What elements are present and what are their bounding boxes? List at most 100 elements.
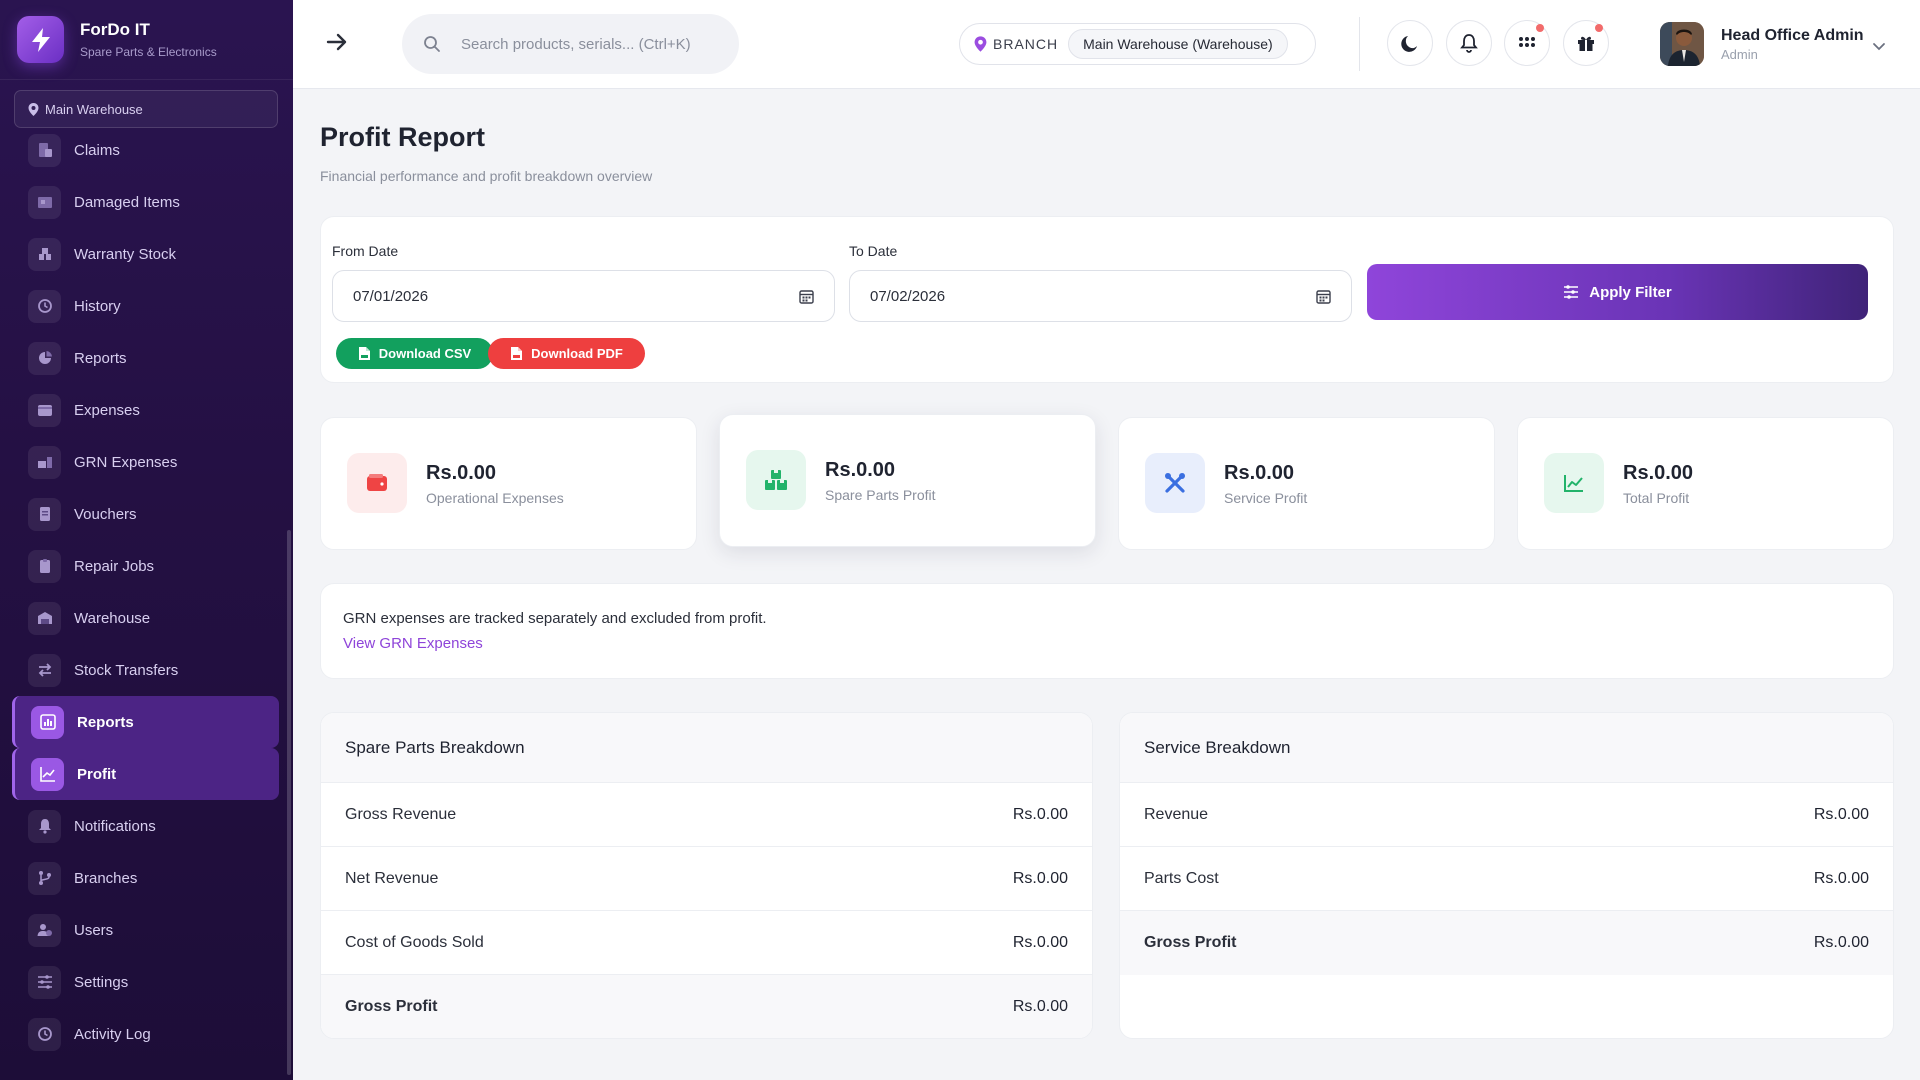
pie-chart-icon xyxy=(28,341,61,375)
brand[interactable]: ForDo IT Spare Parts & Electronics xyxy=(0,0,293,80)
sidebar-item-label: Claims xyxy=(74,141,120,159)
warehouse-icon xyxy=(28,601,61,635)
sidebar-item-label: Reports xyxy=(74,349,127,367)
search-icon xyxy=(424,36,440,52)
stat-card-service-profit: Rs.0.00 Service Profit xyxy=(1118,417,1495,550)
activity-icon xyxy=(28,1017,61,1051)
voucher-icon xyxy=(28,497,61,531)
sidebar-item-label: Warranty Stock xyxy=(74,245,176,263)
stat-label: Total Profit xyxy=(1623,490,1690,506)
arrow-right-icon[interactable] xyxy=(325,30,349,59)
to-date-input[interactable]: 07/02/2026 xyxy=(849,270,1352,322)
apply-filter-label: Apply Filter xyxy=(1589,283,1672,301)
search-input[interactable] xyxy=(461,35,721,53)
notifications-button[interactable] xyxy=(1446,20,1492,66)
grn-note-text: GRN expenses are tracked separately and … xyxy=(343,610,767,627)
sidebar-item-profit[interactable]: Profit xyxy=(12,748,279,800)
branch-value[interactable]: Main Warehouse (Warehouse) xyxy=(1068,29,1288,59)
gifts-button[interactable] xyxy=(1563,20,1609,66)
moon-icon xyxy=(1401,36,1417,52)
wallet-icon xyxy=(28,393,61,427)
branch-selector[interactable]: BRANCH Main Warehouse (Warehouse) xyxy=(959,23,1316,65)
gift-icon xyxy=(1578,36,1594,51)
theme-toggle-button[interactable] xyxy=(1387,20,1433,66)
main-content: Profit Report Financial performance and … xyxy=(293,89,1920,1080)
table-row-total: Gross Profit Rs.0.00 xyxy=(1120,911,1893,975)
app-name: ForDo IT xyxy=(80,20,150,39)
top-header: BRANCH Main Warehouse (Warehouse) Head O… xyxy=(293,0,1920,89)
sidebar-item-label: History xyxy=(74,297,121,315)
row-value: Rs.0.00 xyxy=(1012,998,1068,1015)
row-value: Rs.0.00 xyxy=(1012,933,1068,951)
sidebar-item-grn-expenses[interactable]: GRN Expenses xyxy=(0,436,293,488)
boxes-icon xyxy=(746,450,806,510)
header-divider xyxy=(1359,17,1360,71)
sidebar-item-warehouse[interactable]: Warehouse xyxy=(0,592,293,644)
search-box[interactable] xyxy=(402,14,739,74)
sidebar-item-notifications[interactable]: Notifications xyxy=(0,800,293,852)
bell-icon xyxy=(1460,34,1478,53)
sidebar-item-vouchers[interactable]: Vouchers xyxy=(0,488,293,540)
page-title: Profit Report xyxy=(320,122,485,152)
sidebar-item-reports-active[interactable]: Reports xyxy=(12,696,279,748)
sidebar-item-settings[interactable]: Settings xyxy=(0,956,293,1008)
stat-label: Spare Parts Profit xyxy=(825,487,936,503)
download-pdf-button[interactable]: Download PDF xyxy=(488,338,645,369)
avatar[interactable] xyxy=(1660,22,1704,66)
user-role: Admin xyxy=(1721,47,1758,62)
spare-parts-breakdown-card: Spare Parts Breakdown Gross Revenue Rs.0… xyxy=(320,712,1093,1039)
grn-icon xyxy=(28,445,61,479)
sidebar-item-label: Damaged Items xyxy=(74,193,180,211)
sidebar-item-label: Activity Log xyxy=(74,1025,151,1043)
sidebar-item-expenses[interactable]: Expenses xyxy=(0,384,293,436)
service-breakdown-card: Service Breakdown Revenue Rs.0.00 Parts … xyxy=(1119,712,1894,1039)
sidebar-branch-label: Main Warehouse xyxy=(45,101,143,117)
sidebar-item-damaged-items[interactable]: Damaged Items xyxy=(0,176,293,228)
sidebar-item-stock-transfers[interactable]: Stock Transfers xyxy=(0,644,293,696)
tools-icon xyxy=(1145,453,1205,513)
sidebar-item-label: Expenses xyxy=(74,401,140,419)
view-grn-expenses-link[interactable]: View GRN Expenses xyxy=(343,635,483,652)
sidebar-item-repair-jobs[interactable]: Repair Jobs xyxy=(0,540,293,592)
chevron-down-icon[interactable] xyxy=(1872,38,1886,56)
download-csv-label: Download CSV xyxy=(378,346,472,361)
stat-card-operational-expenses: Rs.0.00 Operational Expenses xyxy=(320,417,697,550)
claims-icon xyxy=(28,133,61,167)
map-pin-icon xyxy=(28,102,39,116)
row-label: Cost of Goods Sold xyxy=(345,933,484,951)
download-csv-button[interactable]: Download CSV xyxy=(336,338,493,369)
sidebar-item-users[interactable]: Users xyxy=(0,904,293,956)
sidebar-scrollbar[interactable] xyxy=(287,530,291,1075)
transfer-icon xyxy=(28,653,61,687)
sidebar-branch-pill[interactable]: Main Warehouse xyxy=(14,90,278,128)
from-date-label: From Date xyxy=(332,243,399,259)
calendar-icon[interactable] xyxy=(1316,289,1331,304)
to-date-value: 07/02/2026 xyxy=(870,287,946,305)
filter-card: From Date 07/01/2026 To Date 07/02/2026 … xyxy=(320,216,1894,383)
from-date-input[interactable]: 07/01/2026 xyxy=(332,270,835,322)
apply-filter-button[interactable]: Apply Filter xyxy=(1367,264,1868,320)
sidebar-item-branches[interactable]: Branches xyxy=(0,852,293,904)
from-date-value: 07/01/2026 xyxy=(353,287,429,305)
sidebar-item-claims[interactable]: Claims xyxy=(0,124,293,176)
branch-label: BRANCH xyxy=(993,36,1059,52)
csv-file-icon xyxy=(358,347,370,360)
apps-button[interactable] xyxy=(1504,20,1550,66)
history-icon xyxy=(28,289,61,323)
user-name[interactable]: Head Office Admin xyxy=(1721,27,1864,45)
sidebar-item-warranty-stock[interactable]: Warranty Stock xyxy=(0,228,293,280)
sidebar-item-history[interactable]: History xyxy=(0,280,293,332)
gifts-badge xyxy=(1595,24,1603,32)
row-label: Revenue xyxy=(1144,805,1209,823)
sidebar-item-reports[interactable]: Reports xyxy=(0,332,293,384)
row-label: Gross Revenue xyxy=(345,805,457,823)
row-value: Rs.0.00 xyxy=(1012,869,1068,887)
sidebar-item-label: Vouchers xyxy=(74,505,137,523)
stat-card-total-profit: Rs.0.00 Total Profit xyxy=(1517,417,1894,550)
grid-icon xyxy=(1519,37,1535,47)
sidebar-item-activity-log[interactable]: Activity Log xyxy=(0,1008,293,1060)
row-label: Net Revenue xyxy=(345,869,439,887)
bell-icon xyxy=(28,809,61,843)
calendar-icon[interactable] xyxy=(799,289,814,304)
sidebar: ForDo IT Spare Parts & Electronics Main … xyxy=(0,0,293,1080)
